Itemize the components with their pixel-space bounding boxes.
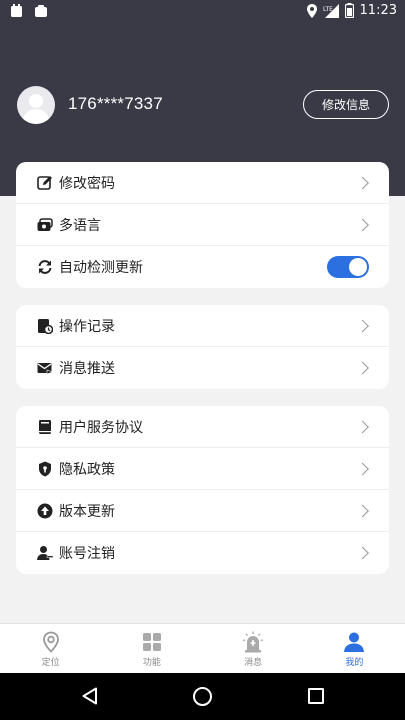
user-agreement-item[interactable]: 用户服务协议 [16,406,389,448]
refresh-icon [37,259,53,275]
grid-icon [142,633,161,651]
upload-icon [37,503,53,519]
home-icon[interactable] [193,687,212,706]
language-icon [37,217,53,233]
avatar-placeholder-icon [22,94,50,124]
item-label: 修改密码 [59,175,115,192]
tab-functions[interactable]: 功能 [101,624,202,673]
chevron-right-icon [356,420,369,433]
push-notification-item[interactable]: 消息推送 [16,347,389,389]
book-icon [37,419,53,435]
notification-icon [11,4,22,17]
location-status-icon [306,3,317,18]
tab-mine[interactable]: 我的 [304,624,405,673]
mail-icon [37,360,53,376]
language-item[interactable]: 多语言 [16,204,389,246]
settings-group-activity: 操作记录 消息推送 [16,305,389,389]
auto-update-toggle[interactable] [327,256,369,278]
version-update-item[interactable]: 版本更新 [16,490,389,532]
item-label: 隐私政策 [59,461,115,478]
alarm-icon [242,631,264,653]
tab-messages[interactable]: 消息 [203,624,304,673]
bottom-tab-bar: 定位 功能 消息 我的 [0,623,405,673]
item-label: 自动检测更新 [59,260,143,276]
item-label: 账号注销 [59,546,115,562]
tab-label: 功能 [142,658,161,668]
edit-info-button[interactable]: 修改信息 [303,90,389,119]
item-label: 消息推送 [59,361,115,377]
tab-label: 消息 [244,658,263,668]
chevron-right-icon [356,546,369,560]
status-bar: LTE 11:23 [0,0,405,24]
remove-user-icon [37,545,53,561]
operation-log-item[interactable]: 操作记录 [16,305,389,347]
toggle-knob [349,258,367,276]
location-icon [42,631,59,653]
chevron-right-icon [356,176,369,189]
item-label: 多语言 [59,217,101,234]
chevron-right-icon [356,504,369,517]
system-navigation-bar [0,673,405,720]
delete-account-item[interactable]: 账号注销 [16,532,389,574]
shield-icon [37,461,53,477]
privacy-policy-item[interactable]: 隐私政策 [16,448,389,490]
chevron-right-icon [356,361,369,375]
tab-location[interactable]: 定位 [0,624,101,673]
change-password-item[interactable]: 修改密码 [16,162,389,204]
history-icon [37,318,53,334]
status-time: 11:23 [359,3,397,18]
avatar[interactable] [17,86,55,124]
auto-update-item: 自动检测更新 [16,246,389,288]
chevron-right-icon [356,218,369,231]
chevron-right-icon [356,319,369,332]
phone-number: 176****7337 [68,94,163,113]
back-icon[interactable] [82,687,98,705]
svg-text:LTE: LTE [323,6,333,13]
item-label: 用户服务协议 [59,419,143,436]
tab-label: 定位 [41,658,60,668]
recent-apps-icon[interactable] [308,688,324,704]
item-label: 操作记录 [59,318,115,335]
edit-icon [37,175,53,191]
signal-icon: LTE [323,3,339,18]
chevron-right-icon [356,462,369,475]
settings-group-account: 修改密码 多语言 自动检测更新 [16,162,389,288]
tab-label: 我的 [345,658,364,668]
person-icon [344,632,365,652]
app-notification-icon [35,5,47,17]
battery-icon [344,3,354,18]
settings-group-about: 用户服务协议 隐私政策 版本更新 账号注销 [16,406,389,574]
item-label: 版本更新 [59,503,115,520]
